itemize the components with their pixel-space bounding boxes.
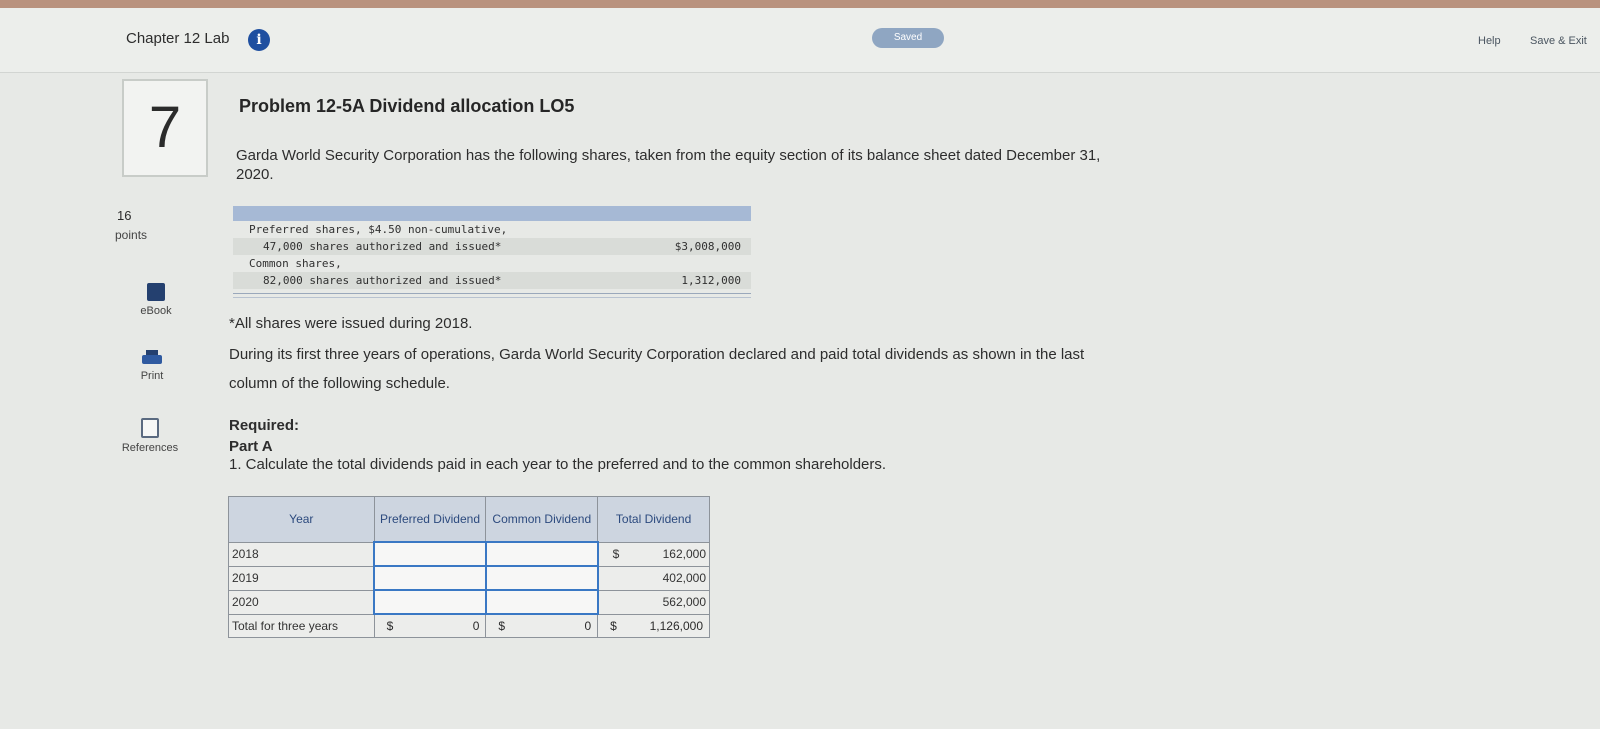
currency-symbol: $ bbox=[498, 619, 506, 633]
common-dividend-input-2020[interactable] bbox=[484, 589, 599, 615]
table-row: 2018 $162,000 bbox=[228, 541, 710, 567]
references-button[interactable]: References bbox=[114, 418, 186, 454]
preferred-dividend-input-2018[interactable] bbox=[373, 541, 487, 567]
paragraph-2-line-2: column of the following schedule. bbox=[229, 375, 450, 392]
common-total-cell: $0 bbox=[485, 613, 599, 638]
print-button[interactable]: Print bbox=[130, 350, 174, 382]
table-row: 2020 562,000 bbox=[228, 589, 710, 615]
preferred-shares-label: Preferred shares, $4.50 non-cumulative, bbox=[249, 223, 508, 236]
task-instruction: 1. Calculate the total dividends paid in… bbox=[229, 456, 887, 473]
save-exit-link[interactable]: Save & Exit bbox=[1530, 35, 1587, 47]
references-icon bbox=[141, 418, 159, 438]
dividend-schedule-table: Year Preferred Dividend Common Dividend … bbox=[228, 496, 710, 638]
currency-symbol: $ bbox=[612, 546, 620, 561]
intro-line-1: Garda World Security Corporation has the… bbox=[236, 147, 1101, 164]
paragraph-2-line-1: During its first three years of operatio… bbox=[229, 346, 1085, 363]
total-dividend-cell: 402,000 bbox=[597, 565, 710, 591]
question-number: 7 bbox=[122, 79, 208, 177]
total-column-header: Total Dividend bbox=[597, 496, 710, 543]
table-row: 2019 402,000 bbox=[228, 565, 710, 591]
equity-row: 82,000 shares authorized and issued* 1,3… bbox=[233, 272, 751, 289]
common-dividend-input-2019[interactable] bbox=[484, 565, 599, 591]
totals-row: Total for three years $0 $0 $1,126,000 bbox=[228, 613, 710, 638]
equity-row: Preferred shares, $4.50 non-cumulative, bbox=[233, 221, 751, 238]
saved-status-badge: Saved bbox=[872, 28, 944, 48]
currency-symbol: $ bbox=[610, 618, 617, 633]
references-label: References bbox=[121, 442, 179, 454]
year-column-header: Year bbox=[228, 496, 375, 543]
intro-line-2: 2020. bbox=[236, 166, 274, 183]
grand-total-value: 1,126,000 bbox=[649, 618, 703, 633]
year-cell: 2019 bbox=[228, 565, 375, 591]
totals-label: Total for three years bbox=[228, 613, 375, 638]
total-value: 562,000 bbox=[662, 595, 706, 609]
ebook-label: eBook bbox=[140, 305, 172, 317]
currency-symbol: $ bbox=[386, 619, 394, 633]
preferred-column-header: Preferred Dividend bbox=[373, 496, 487, 543]
help-link[interactable]: Help bbox=[1478, 35, 1501, 47]
year-cell: 2020 bbox=[228, 589, 375, 615]
year-cell: 2018 bbox=[228, 541, 375, 567]
top-accent-strip bbox=[0, 0, 1600, 8]
total-dividend-cell: 562,000 bbox=[597, 589, 710, 615]
problem-title: Problem 12-5A Dividend allocation LO5 bbox=[239, 96, 575, 116]
points-label: points bbox=[115, 228, 148, 242]
equity-section-table: Preferred shares, $4.50 non-cumulative, … bbox=[233, 206, 751, 298]
total-dividend-cell: $162,000 bbox=[597, 541, 710, 567]
preferred-dividend-input-2020[interactable] bbox=[373, 589, 487, 615]
required-heading: Required: bbox=[229, 417, 300, 434]
total-value: 162,000 bbox=[662, 547, 706, 561]
ebook-button[interactable]: eBook bbox=[134, 283, 178, 317]
grand-total-cell: $1,126,000 bbox=[597, 613, 710, 638]
points-value: 16 bbox=[117, 208, 132, 223]
equity-row: 47,000 shares authorized and issued* $3,… bbox=[233, 238, 751, 255]
common-shares-label: Common shares, bbox=[249, 257, 342, 270]
common-shares-amount: 1,312,000 bbox=[681, 274, 741, 287]
info-icon[interactable]: i bbox=[248, 29, 270, 51]
preferred-shares-amount: $3,008,000 bbox=[674, 240, 741, 253]
total-value: 402,000 bbox=[662, 571, 706, 585]
assignment-title: Chapter 12 Lab bbox=[126, 30, 230, 47]
preferred-shares-detail: 47,000 shares authorized and issued* bbox=[263, 240, 502, 253]
preferred-total-cell: $0 bbox=[373, 613, 487, 638]
part-heading: Part A bbox=[229, 438, 273, 455]
footnote: *All shares were issued during 2018. bbox=[229, 315, 473, 332]
common-shares-detail: 82,000 shares authorized and issued* bbox=[263, 274, 502, 287]
preferred-total-value: 0 bbox=[472, 619, 480, 633]
top-bar: Chapter 12 Lab i Saved Help Save & Exit bbox=[0, 0, 1600, 73]
common-total-value: 0 bbox=[584, 619, 592, 633]
table-header-row: Year Preferred Dividend Common Dividend … bbox=[228, 496, 710, 543]
preferred-dividend-input-2019[interactable] bbox=[373, 565, 487, 591]
equity-row: Common shares, bbox=[233, 255, 751, 272]
equity-table-header bbox=[233, 206, 751, 221]
common-dividend-input-2018[interactable] bbox=[484, 541, 599, 567]
equity-table-footer bbox=[233, 293, 751, 298]
common-column-header: Common Dividend bbox=[485, 496, 599, 543]
print-label: Print bbox=[140, 370, 164, 382]
ebook-icon bbox=[147, 283, 165, 301]
printer-icon bbox=[142, 350, 162, 366]
